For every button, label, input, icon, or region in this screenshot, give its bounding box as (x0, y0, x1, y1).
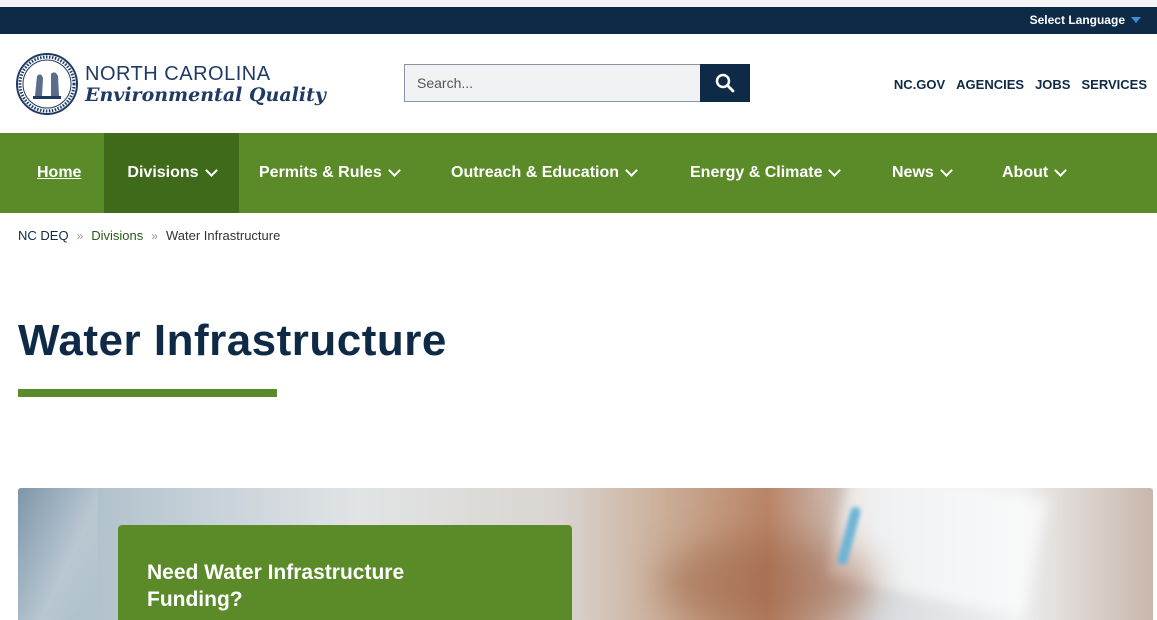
nav-outreach-education-label: Outreach & Education (451, 164, 620, 181)
nav-permits-rules[interactable]: Permits & Rules (259, 133, 401, 213)
utility-link-jobs[interactable]: JOBS (1035, 77, 1070, 92)
nav-home[interactable]: Home (37, 133, 81, 213)
search-form (404, 64, 750, 102)
page-title: Water Infrastructure (18, 316, 447, 365)
utility-link-ncgov[interactable]: NC.GOV (894, 77, 945, 92)
chevron-down-icon (1054, 164, 1068, 177)
brand-line-1: NORTH CAROLINA (85, 63, 271, 85)
nav-permits-rules-label: Permits & Rules (259, 164, 382, 181)
title-underline (18, 389, 277, 397)
utility-link-agencies[interactable]: AGENCIES (956, 77, 1024, 92)
nav-divisions-label: Divisions (127, 164, 199, 181)
chevron-down-icon (828, 164, 842, 177)
chevron-down-icon (625, 164, 638, 177)
utility-link-services[interactable]: SERVICES (1081, 77, 1147, 92)
search-input[interactable] (404, 64, 700, 102)
select-language-label: Select Language (1029, 13, 1125, 27)
nav-outreach-education[interactable]: Outreach & Education (451, 133, 638, 213)
hero-callout[interactable]: Need Water Infrastructure Funding? (118, 525, 572, 620)
nav-news[interactable]: News (892, 133, 953, 213)
site-logo[interactable]: NORTH CAROLINA Environmental Quality (85, 64, 326, 106)
nav-about-label: About (1002, 164, 1049, 181)
search-icon (715, 73, 735, 93)
nav-energy-climate[interactable]: Energy & Climate (690, 133, 842, 213)
chevron-down-icon (939, 164, 953, 177)
breadcrumb-link-ncdeq[interactable]: NC DEQ (18, 228, 69, 243)
breadcrumb-separator: » (76, 228, 84, 243)
chevron-down-icon (204, 164, 218, 177)
breadcrumb-link-divisions[interactable]: Divisions (91, 228, 143, 243)
select-language-dropdown[interactable]: Select Language (1030, 13, 1141, 27)
hero-banner: Need Water Infrastructure Funding? (18, 488, 1153, 620)
site-header: NORTH CAROLINA Environmental Quality NC.… (0, 34, 1157, 133)
hero-image-region (18, 488, 98, 620)
chevron-down-icon (387, 164, 401, 177)
main-nav: Home Divisions Permits & Rules Outreach … (0, 133, 1157, 213)
search-button[interactable] (700, 64, 750, 102)
hero-callout-title: Need Water Infrastructure Funding? (147, 561, 405, 611)
state-seal-icon[interactable] (15, 52, 79, 116)
breadcrumb-current: Water Infrastructure (165, 228, 281, 243)
breadcrumb-separator: » (151, 228, 158, 243)
nav-divisions[interactable]: Divisions (104, 133, 239, 213)
breadcrumb: NC DEQ » Divisions » Water Infrastructur… (18, 228, 280, 243)
caret-down-icon (1131, 17, 1141, 23)
nav-home-label: Home (37, 164, 82, 181)
nav-news-label: News (892, 164, 934, 181)
browser-edge (0, 0, 1157, 7)
nav-energy-climate-label: Energy & Climate (690, 164, 823, 181)
brand-line-2: Environmental Quality (85, 84, 326, 106)
top-utility-bar: Select Language (0, 7, 1157, 34)
nav-about[interactable]: About (1002, 133, 1068, 213)
utility-nav: NC.GOV AGENCIES JOBS SERVICES (894, 77, 1147, 92)
